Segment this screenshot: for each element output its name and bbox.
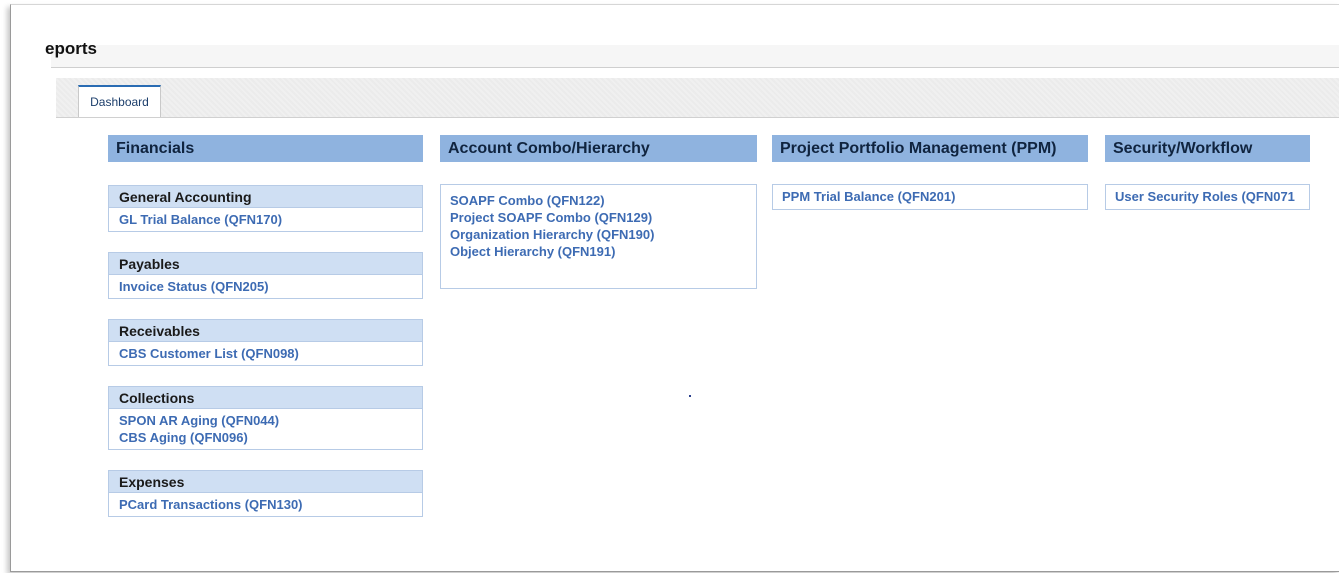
report-link[interactable]: SPON AR Aging (QFN044) <box>119 412 422 429</box>
report-link[interactable]: Organization Hierarchy (QFN190) <box>450 226 756 243</box>
receivables-section: Receivables CBS Customer List (QFN098) <box>108 319 423 366</box>
financials-header: Financials <box>108 135 423 162</box>
report-link[interactable]: CBS Customer List (QFN098) <box>119 345 422 362</box>
section-links: Invoice Status (QFN205) <box>108 275 423 299</box>
report-link[interactable]: Object Hierarchy (QFN191) <box>450 243 756 260</box>
section-title: Collections <box>108 386 423 409</box>
report-link[interactable]: User Security Roles (QFN071 <box>1115 188 1309 205</box>
ppm-header: Project Portfolio Management (PPM) <box>772 135 1088 162</box>
section-title: Payables <box>108 252 423 275</box>
section-links: PCard Transactions (QFN130) <box>108 493 423 517</box>
tab-bar: Dashboard <box>56 78 1339 118</box>
dashboard-content: Financials General Accounting GL Trial B… <box>56 118 1339 538</box>
payables-section: Payables Invoice Status (QFN205) <box>108 252 423 299</box>
security-links: User Security Roles (QFN071 <box>1105 184 1310 210</box>
section-links: GL Trial Balance (QFN170) <box>108 208 423 232</box>
section-title: Expenses <box>108 470 423 493</box>
account-combo-column: Account Combo/Hierarchy SOAPF Combo (QFN… <box>440 135 757 289</box>
section-title: Receivables <box>108 319 423 342</box>
section-title: General Accounting <box>108 185 423 208</box>
report-link[interactable]: Project SOAPF Combo (QFN129) <box>450 209 756 226</box>
collections-section: Collections SPON AR Aging (QFN044) CBS A… <box>108 386 423 450</box>
security-workflow-header: Security/Workflow <box>1105 135 1310 162</box>
ppm-column: Project Portfolio Management (PPM) PPM T… <box>772 135 1088 210</box>
ppm-links: PPM Trial Balance (QFN201) <box>772 184 1088 210</box>
report-link[interactable]: GL Trial Balance (QFN170) <box>119 211 422 228</box>
app-window: eports Dashboard Financials General Acco… <box>10 4 1339 572</box>
expenses-section: Expenses PCard Transactions (QFN130) <box>108 470 423 517</box>
tab-dashboard[interactable]: Dashboard <box>78 85 161 117</box>
report-link[interactable]: PCard Transactions (QFN130) <box>119 496 422 513</box>
page-header-bar: eports <box>45 39 1339 68</box>
report-link[interactable]: Invoice Status (QFN205) <box>119 278 422 295</box>
report-link[interactable]: CBS Aging (QFN096) <box>119 429 422 446</box>
account-combo-links: SOAPF Combo (QFN122) Project SOAPF Combo… <box>440 184 757 289</box>
section-links: CBS Customer List (QFN098) <box>108 342 423 366</box>
section-links: SPON AR Aging (QFN044) CBS Aging (QFN096… <box>108 409 423 450</box>
report-link[interactable]: PPM Trial Balance (QFN201) <box>782 188 1087 205</box>
account-combo-header: Account Combo/Hierarchy <box>440 135 757 162</box>
general-accounting-section: General Accounting GL Trial Balance (QFN… <box>108 185 423 232</box>
security-workflow-column: Security/Workflow User Security Roles (Q… <box>1105 135 1310 210</box>
page-title: eports <box>45 39 97 58</box>
stray-dot <box>689 395 691 397</box>
tab-container: Dashboard Financials General Accounting … <box>56 78 1339 538</box>
financials-column: Financials General Accounting GL Trial B… <box>108 135 423 517</box>
report-link[interactable]: SOAPF Combo (QFN122) <box>450 192 756 209</box>
